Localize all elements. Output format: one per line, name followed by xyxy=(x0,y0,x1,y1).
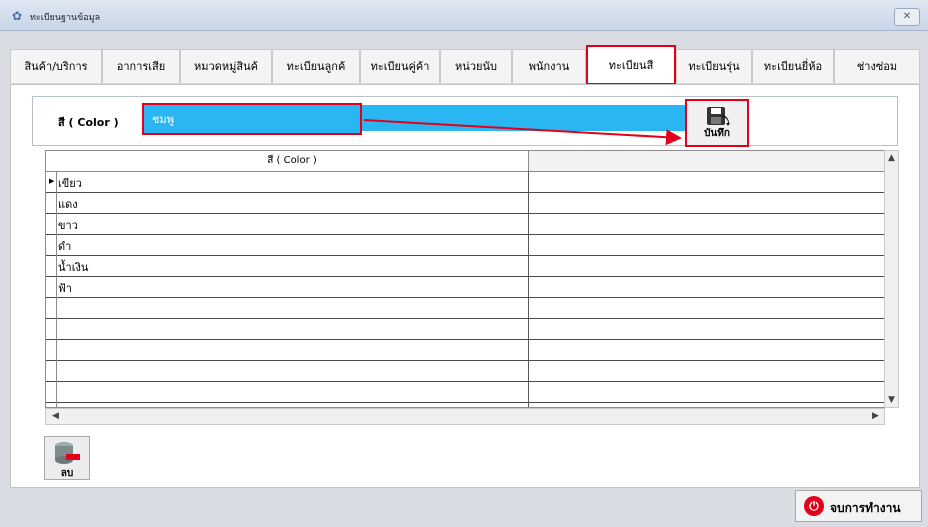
bottom-bar xyxy=(0,488,928,527)
table-row[interactable]: แดง xyxy=(46,192,884,214)
tab-label: สินค้า/บริการ xyxy=(24,60,88,73)
database-delete-icon xyxy=(55,442,80,464)
delete-button-label: ลบ xyxy=(60,468,74,479)
scroll-left-icon[interactable]: ◀ xyxy=(52,411,59,421)
tab-label: ทะเบียนสี xyxy=(608,59,654,72)
power-icon: ⏻ xyxy=(804,496,824,516)
tab-label: หน่วยนับ xyxy=(455,60,497,73)
save-button-label: บันทึก xyxy=(704,128,730,139)
table-row[interactable]: ▶ เขียว xyxy=(46,171,884,193)
tab-units[interactable]: หน่วยนับ xyxy=(440,49,512,83)
tab-label: ทะเบียนคู่ค้า xyxy=(370,60,430,73)
title-bar: ✿ ทะเบียนฐานข้อมูล ✕ xyxy=(0,0,928,31)
scroll-down-icon[interactable]: ▼ xyxy=(888,395,895,405)
color-grid: สี ( Color ) ▶ เขียว แดง ขาว ดำ น้ำเงิน ฟ… xyxy=(45,150,885,408)
tab-label: พนักงาน xyxy=(528,60,570,73)
grid-header: สี ( Color ) xyxy=(46,151,884,172)
table-row[interactable] xyxy=(46,318,884,340)
tab-label: ทะเบียนลูกค้ xyxy=(286,60,346,73)
app-icon: ✿ xyxy=(12,9,23,23)
floppy-disk-icon xyxy=(707,107,730,126)
table-cell: ดำ xyxy=(58,240,72,253)
main-window: ✿ ทะเบียนฐานข้อมูล ✕ สินค้า/บริการ อาการ… xyxy=(0,0,928,527)
tab-label: อาการเสีย xyxy=(116,60,166,73)
table-row[interactable] xyxy=(46,381,884,403)
close-button[interactable]: ✕ xyxy=(894,8,920,26)
tab-label: ทะเบียนยี่ห้อ xyxy=(763,60,823,73)
tab-products[interactable]: สินค้า/บริการ xyxy=(10,49,102,83)
vertical-scrollbar[interactable]: ▲ ▼ xyxy=(884,150,899,408)
grid-header-empty xyxy=(528,151,884,171)
tab-partners[interactable]: ทะเบียนคู่ค้า xyxy=(360,49,440,83)
tab-categories[interactable]: หมวดหมู่สินค้ xyxy=(180,49,272,83)
tab-brands[interactable]: ทะเบียนยี่ห้อ xyxy=(752,49,834,83)
table-row[interactable] xyxy=(46,360,884,382)
tab-label: ช่างซ่อม xyxy=(856,60,898,73)
table-cell: เขียว xyxy=(58,177,82,190)
tab-models[interactable]: ทะเบียนรุ่น xyxy=(676,49,752,83)
horizontal-scrollbar[interactable]: ◀ ▶ xyxy=(45,408,885,425)
tab-employees[interactable]: พนักงาน xyxy=(512,49,586,83)
color-field-label: สี ( Color ) xyxy=(58,116,119,129)
tab-technicians[interactable]: ช่างซ่อม xyxy=(834,49,920,83)
scroll-up-icon[interactable]: ▲ xyxy=(888,153,895,163)
table-row[interactable]: น้ำเงิน xyxy=(46,255,884,277)
window-title: ทะเบียนฐานข้อมูล xyxy=(30,13,101,23)
table-cell: น้ำเงิน xyxy=(58,261,89,274)
tab-strip: สินค้า/บริการ อาการเสีย หมวดหมู่สินค้ ทะ… xyxy=(10,45,920,85)
column-divider xyxy=(528,171,529,407)
tab-colors[interactable]: ทะเบียนสี xyxy=(586,45,676,85)
tab-symptoms[interactable]: อาการเสีย xyxy=(102,49,180,83)
scroll-right-icon[interactable]: ▶ xyxy=(872,411,879,421)
row-selector-icon: ▶ xyxy=(49,177,55,185)
tab-label: ทะเบียนรุ่น xyxy=(688,60,740,73)
table-row[interactable] xyxy=(46,297,884,319)
exit-button[interactable]: ⏻ จบการทำงาน xyxy=(795,490,922,522)
tab-customers[interactable]: ทะเบียนลูกค้ xyxy=(272,49,360,83)
color-input[interactable] xyxy=(142,103,362,135)
grid-header-color: สี ( Color ) xyxy=(267,155,317,166)
table-cell: ฟ้า xyxy=(58,282,72,295)
table-row[interactable]: ขาว xyxy=(46,213,884,235)
tab-label: หมวดหมู่สินค้ xyxy=(194,60,258,73)
table-row[interactable]: ฟ้า xyxy=(46,276,884,298)
table-row[interactable] xyxy=(46,339,884,361)
table-cell: แดง xyxy=(58,198,78,211)
table-row[interactable]: ดำ xyxy=(46,234,884,256)
table-cell: ขาว xyxy=(58,219,78,232)
exit-button-label: จบการทำงาน xyxy=(830,501,901,515)
delete-button[interactable]: ลบ xyxy=(44,436,90,480)
save-button[interactable]: บันทึก xyxy=(685,99,749,147)
row-header-divider xyxy=(56,171,57,407)
